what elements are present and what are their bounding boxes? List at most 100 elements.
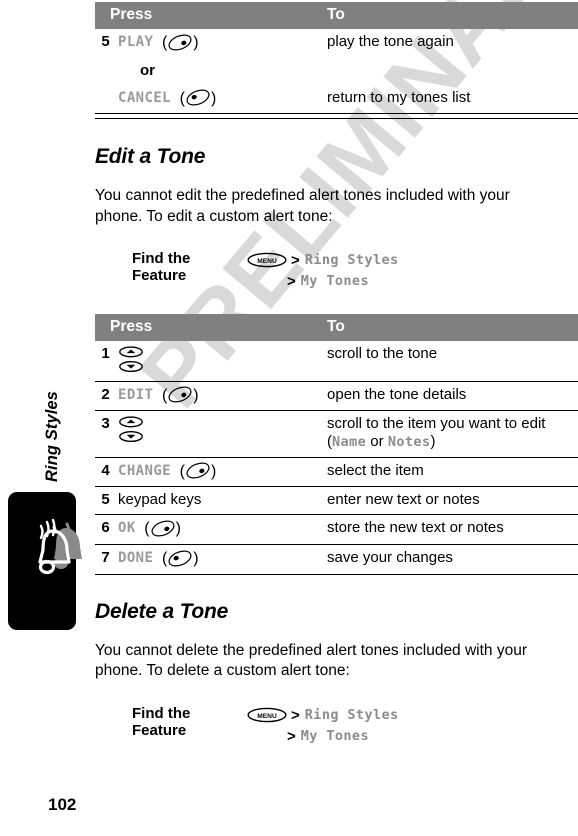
path-separator: > <box>291 251 300 269</box>
step-result: open the tone details <box>325 380 578 411</box>
find-the-feature-label: Find the Feature <box>132 704 191 739</box>
menu-path-item: My Tones <box>300 728 369 745</box>
step-action: CANCEL ( ) <box>118 85 325 114</box>
column-header-press: Press <box>95 313 326 341</box>
scroll-keys-icon <box>119 416 143 443</box>
menu-path-item: My Tones <box>300 273 369 290</box>
step-result: return to my tones list <box>327 88 471 106</box>
left-softkey-icon <box>151 520 175 537</box>
path-separator: > <box>291 706 300 724</box>
table-row: 7 DONE ( ) save your changes <box>95 543 578 574</box>
find-the-feature-label: Find the Feature <box>132 249 191 284</box>
step-result: save your changes <box>325 543 578 574</box>
menu-item-name: Name <box>332 434 367 451</box>
step-action: DONE ( ) <box>118 543 326 574</box>
step-action: PLAY ( ) <box>118 29 325 58</box>
table-row: 6 OK ( ) store the new text or notes <box>95 514 578 545</box>
step-number: 5 <box>101 33 110 50</box>
step-result: store the new text or notes <box>325 514 578 545</box>
table-row: 4 CHANGE ( ) select the item <box>95 456 578 487</box>
step-result: scroll to the tone <box>327 344 438 362</box>
step-result-conj: or <box>366 433 388 451</box>
column-header-to: To <box>325 313 578 341</box>
softkey-label: EDIT <box>118 386 154 403</box>
step-result-tail: ) <box>430 433 436 451</box>
menu-path-item: Ring Styles <box>304 707 399 724</box>
paren-close: ) <box>175 520 181 538</box>
content-column: Press To 5 PLAY ( ) play the tone again <box>95 0 578 747</box>
scroll-keys-icon <box>119 345 143 372</box>
step-number: 3 <box>95 410 118 458</box>
paren-open: ( <box>139 520 150 538</box>
step-action-or: or <box>118 58 325 85</box>
step-action <box>118 410 326 458</box>
paren-close: ) <box>193 549 199 567</box>
softkey-label: DONE <box>118 549 154 566</box>
step-action <box>118 341 325 382</box>
table-row: 3 scroll to the item you want to edit (N… <box>95 410 578 458</box>
left-softkey-icon <box>168 34 192 51</box>
paren-open: ( <box>157 34 168 51</box>
page-number: 102 <box>48 795 77 814</box>
menu-path-line: > My Tones <box>247 726 578 747</box>
section-paragraph-delete: You cannot delete the predefined alert t… <box>95 641 528 680</box>
table-bottom-rule <box>95 573 578 575</box>
bell-icon <box>38 518 82 575</box>
page-root: Ring Styles 102 Press To 5 PLAY () play… <box>0 0 578 836</box>
step-result: enter new text or notes <box>325 486 578 515</box>
right-softkey-icon <box>186 89 210 106</box>
paren-close: ) <box>193 34 199 51</box>
find-the-feature-edit: Find the Feature MENU > Ring Styles > My… <box>95 250 578 292</box>
chapter-label: Ring Styles <box>43 391 61 482</box>
svg-text:MENU: MENU <box>257 713 277 720</box>
table-bottom-rule <box>95 113 578 120</box>
table-row: 2 EDIT ( ) open the tone details <box>95 380 578 411</box>
paren-open: ( <box>175 89 185 107</box>
step-number: 7 <box>95 543 118 574</box>
menu-path-line: > My Tones <box>247 271 578 292</box>
menu-item-notes: Notes <box>387 434 431 451</box>
table-row: or <box>95 58 578 85</box>
menu-key-icon: MENU <box>247 252 287 268</box>
menu-key-icon: MENU <box>247 707 287 723</box>
column-header-to: To <box>325 2 578 29</box>
step-number: 6 <box>95 514 118 545</box>
paren-open: ( <box>157 549 168 567</box>
paren-close: ) <box>210 89 217 107</box>
softkey-label: PLAY <box>118 34 154 50</box>
left-softkey-icon <box>186 462 210 479</box>
step-number: 1 <box>101 344 110 362</box>
column-header-press: Press <box>95 2 326 29</box>
step-number: 5 <box>95 486 118 515</box>
press-to-table-top: Press To 5 PLAY ( ) play the tone again <box>95 2 578 113</box>
path-separator: > <box>287 272 296 290</box>
svg-text:MENU: MENU <box>257 258 277 265</box>
table-row: CANCEL ( ) return to my tones list <box>95 85 578 114</box>
step-number: 4 <box>95 456 118 487</box>
or-label: or <box>140 61 155 79</box>
table-row: 5 keypad keys enter new text or notes <box>95 486 578 515</box>
paren-open: ( <box>157 386 168 404</box>
menu-path-line: MENU > Ring Styles <box>247 250 578 271</box>
right-softkey-icon <box>168 550 192 567</box>
paren-open: ( <box>175 462 185 480</box>
section-paragraph-edit: You cannot edit the predefined alert ton… <box>95 187 510 225</box>
step-result: scroll to the item you want to edit (Nam… <box>325 410 578 458</box>
keypad-keys-label: keypad keys <box>118 491 202 509</box>
step-result: select the item <box>325 456 578 487</box>
table-header-row: Press To <box>95 313 578 341</box>
menu-path: MENU > Ring Styles > My Tones <box>247 250 578 292</box>
section-heading-delete: Delete a Tone <box>95 599 229 623</box>
paren-close: ) <box>210 462 217 480</box>
step-action: keypad keys <box>118 486 326 515</box>
menu-path-line: MENU > Ring Styles <box>247 705 578 726</box>
step-action: OK ( ) <box>118 514 326 545</box>
table-row: 5 PLAY ( ) play the tone again <box>95 29 578 58</box>
softkey-label: CHANGE <box>118 462 171 479</box>
paren-close: ) <box>193 386 199 404</box>
left-softkey-icon <box>168 386 192 403</box>
softkey-label: CANCEL <box>118 89 171 106</box>
menu-path-item: Ring Styles <box>304 252 399 269</box>
menu-path: MENU > Ring Styles > My Tones <box>247 705 578 747</box>
find-the-feature-delete: Find the Feature MENU > Ring Styles > My… <box>95 705 578 747</box>
